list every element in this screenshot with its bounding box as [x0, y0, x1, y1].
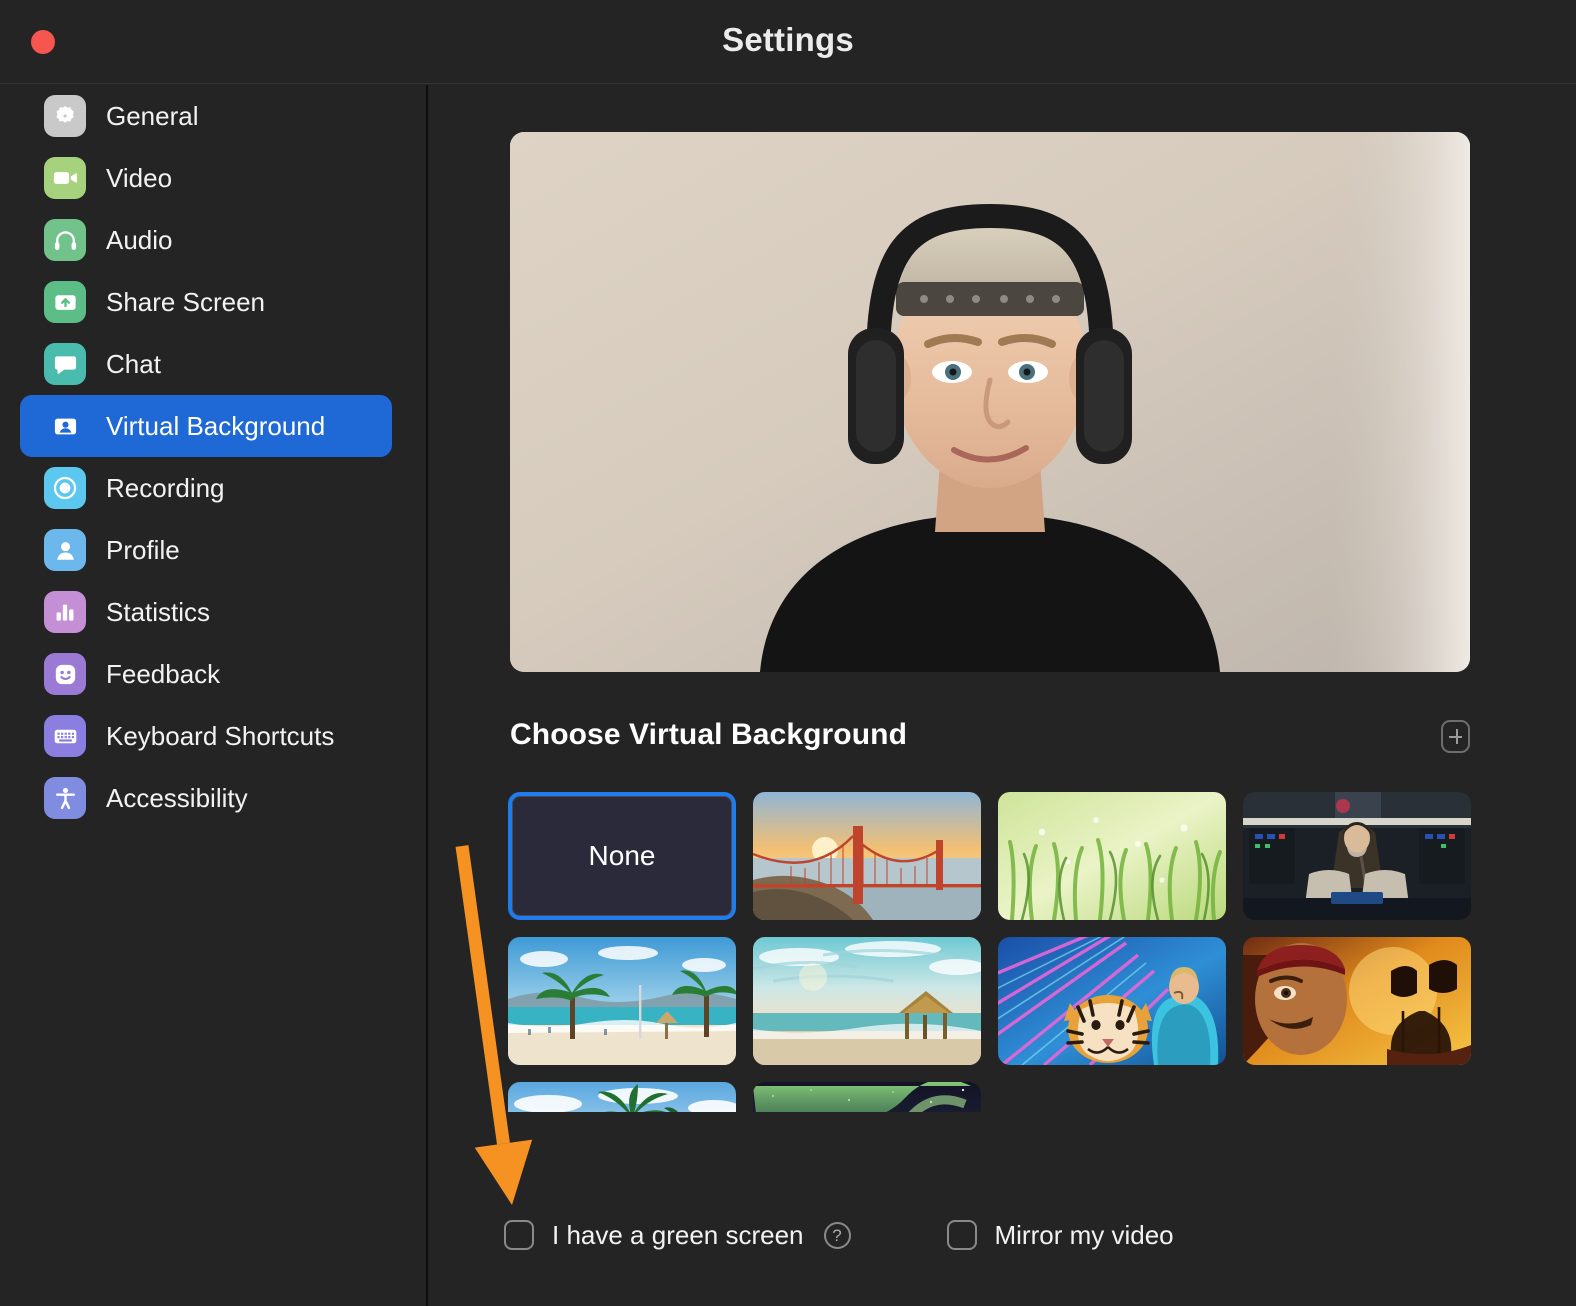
accessibility-icon: [44, 777, 86, 819]
thumbnail-art: [998, 937, 1226, 1065]
video-camera-icon: [44, 157, 86, 199]
thumbnail-art: [1243, 792, 1471, 920]
thumbnail-art: [1243, 937, 1471, 1065]
sidebar-item-label: Accessibility: [106, 783, 248, 814]
sidebar-item-label: Keyboard Shortcuts: [106, 721, 334, 752]
thumbnail-art: [753, 1082, 981, 1112]
section-title: Choose Virtual Background: [510, 718, 907, 752]
add-background-button[interactable]: [1441, 720, 1470, 753]
sidebar-item-keyboard-shortcuts[interactable]: Keyboard Shortcuts: [20, 705, 392, 767]
bar-chart-icon: [44, 591, 86, 633]
smiley-face-icon: [44, 653, 86, 695]
mirror-video-option[interactable]: Mirror my video: [947, 1220, 1174, 1251]
sidebar-item-chat[interactable]: Chat: [20, 333, 392, 395]
background-thumbnail[interactable]: [1243, 792, 1471, 920]
sidebar-item-profile[interactable]: Profile: [20, 519, 392, 581]
settings-window: Settings General Video Audio Share Screen Ch…: [0, 0, 1576, 1306]
sidebar-item-general[interactable]: General: [20, 85, 392, 147]
keyboard-icon: [44, 715, 86, 757]
background-thumbnail[interactable]: [508, 937, 736, 1065]
settings-main-pane: Choose Virtual Background None: [430, 85, 1576, 1306]
sidebar-item-label: Share Screen: [106, 287, 265, 318]
background-thumbnail[interactable]: [998, 937, 1226, 1065]
sidebar-item-statistics[interactable]: Statistics: [20, 581, 392, 643]
background-thumbnail[interactable]: [508, 1082, 736, 1112]
background-thumbnail[interactable]: [1243, 937, 1471, 1065]
person-icon: [44, 529, 86, 571]
share-screen-icon: [44, 281, 86, 323]
sidebar-item-label: Chat: [106, 349, 161, 380]
settings-sidebar: General Video Audio Share Screen Chat Virtual…: [0, 85, 428, 1306]
sidebar-item-label: General: [106, 101, 199, 132]
person-card-icon: [44, 405, 86, 447]
thumbnail-art: [508, 1082, 736, 1112]
sidebar-item-label: Profile: [106, 535, 180, 566]
mirror-video-label: Mirror my video: [995, 1220, 1174, 1251]
green-screen-label: I have a green screen: [552, 1220, 804, 1251]
thumbnail-art: [508, 937, 736, 1065]
window-titlebar: Settings: [0, 0, 1576, 84]
sidebar-item-label: Statistics: [106, 597, 210, 628]
sidebar-item-label: Audio: [106, 225, 173, 256]
green-screen-checkbox[interactable]: [504, 1220, 534, 1250]
mirror-video-checkbox[interactable]: [947, 1220, 977, 1250]
sidebar-item-label: Video: [106, 163, 172, 194]
sidebar-nav-list: General Video Audio Share Screen Chat Virtual…: [0, 85, 426, 829]
background-options-row: I have a green screen ? Mirror my video: [504, 1210, 1474, 1260]
chat-bubble-icon: [44, 343, 86, 385]
sidebar-item-accessibility[interactable]: Accessibility: [20, 767, 392, 829]
green-screen-help-icon[interactable]: ?: [824, 1222, 851, 1249]
thumbnail-art: [998, 792, 1226, 920]
gear-icon: [44, 95, 86, 137]
thumbnail-art: [753, 792, 981, 920]
background-thumbnail[interactable]: [753, 1082, 981, 1112]
sidebar-item-video[interactable]: Video: [20, 147, 392, 209]
sidebar-item-audio[interactable]: Audio: [20, 209, 392, 271]
background-thumbnail[interactable]: None: [508, 792, 736, 920]
record-circle-icon: [44, 467, 86, 509]
background-thumbnail[interactable]: [998, 792, 1226, 920]
virtual-background-grid: None: [508, 792, 1476, 1112]
background-thumbnail[interactable]: [753, 792, 981, 920]
sidebar-item-recording[interactable]: Recording: [20, 457, 392, 519]
background-thumbnail[interactable]: [753, 937, 981, 1065]
choose-background-header: Choose Virtual Background: [510, 718, 1470, 768]
video-self-preview[interactable]: [510, 132, 1470, 672]
green-screen-option[interactable]: I have a green screen ?: [504, 1220, 851, 1251]
thumbnail-art: [753, 937, 981, 1065]
headphones-icon: [44, 219, 86, 261]
none-background-label: None: [589, 840, 656, 872]
sidebar-item-virtual-background[interactable]: Virtual Background: [20, 395, 392, 457]
sidebar-item-label: Virtual Background: [106, 411, 325, 442]
sidebar-item-label: Recording: [106, 473, 225, 504]
webcam-preview-image: [510, 132, 1470, 672]
sidebar-item-feedback[interactable]: Feedback: [20, 643, 392, 705]
sidebar-item-share-screen[interactable]: Share Screen: [20, 271, 392, 333]
sidebar-item-label: Feedback: [106, 659, 220, 690]
window-title: Settings: [0, 21, 1576, 59]
